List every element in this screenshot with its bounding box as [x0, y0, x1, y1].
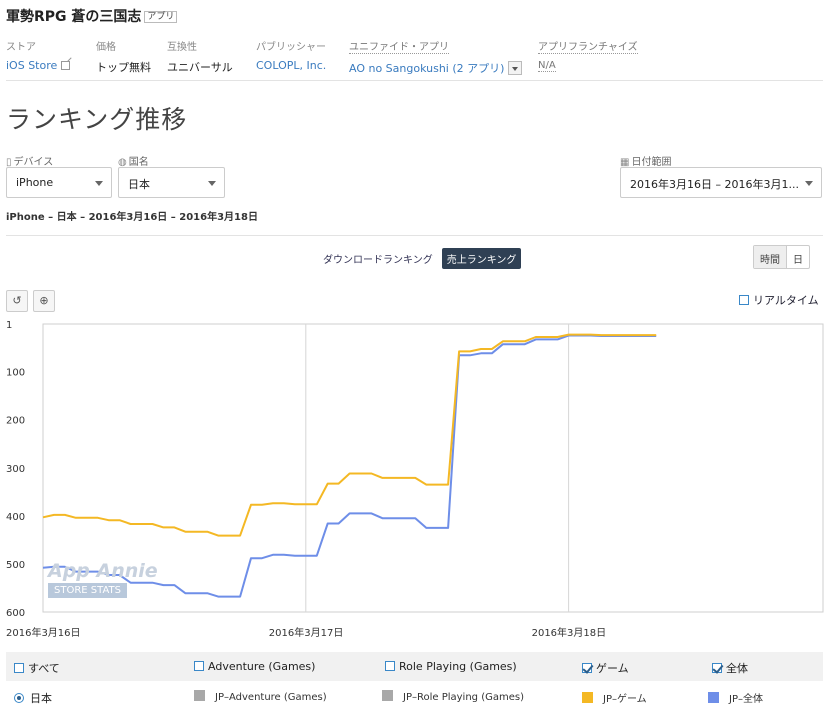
meta-publisher-label: パブリッシャー	[256, 42, 326, 53]
legend-category-all[interactable]: すべて	[14, 660, 60, 676]
legend-category-overall[interactable]: 全体	[712, 660, 748, 676]
x-tick-label: 2016年3月18日	[532, 626, 607, 639]
tab-download-ranking[interactable]: ダウンロードランキング	[318, 248, 438, 269]
series-legend: 日本 JP–Adventure (Games) JP–Role Playing …	[6, 682, 823, 711]
meta-publisher: パブリッシャー COLOPL, Inc.	[256, 38, 326, 72]
ranking-tabs: ダウンロードランキング 売上ランキング	[318, 248, 522, 269]
legend-series-jp-role-playing[interactable]: JP–Role Playing (Games)	[382, 690, 524, 703]
app-name: 軍勢RPG 蒼の三国志	[6, 9, 142, 25]
checkbox[interactable]	[194, 661, 204, 671]
meta-compat-value: ユニバーサル	[167, 61, 233, 74]
app-annie-watermark: App Annie STORE STATS	[48, 560, 158, 598]
unified-app-dropdown[interactable]	[508, 61, 523, 75]
y-tick-label: 300	[6, 464, 25, 475]
unified-app-link[interactable]: AO no Sangokushi (2 アプリ)	[349, 62, 504, 75]
meta-compat-label: 互換性	[167, 42, 197, 53]
meta-price-value: トップ無料	[96, 61, 151, 74]
meta-franchise: アプリフランチャイズ N/A	[538, 38, 638, 72]
category-legend: すべて Adventure (Games) Role Playing (Game…	[6, 652, 823, 681]
legend-series-jp-overall[interactable]: JP–全体	[708, 690, 763, 705]
meta-store: ストア iOS Store	[6, 38, 71, 72]
series-swatch	[582, 692, 593, 703]
meta-unified: ユニファイド・アプリ AO no Sangokushi (2 アプリ)	[349, 38, 523, 76]
y-tick-label: 200	[6, 416, 25, 427]
legend-series-jp-adventure[interactable]: JP–Adventure (Games)	[194, 690, 327, 703]
x-tick-label: 2016年3月17日	[269, 626, 344, 639]
x-tick-label: 2016年3月16日	[6, 626, 81, 639]
publisher-link[interactable]: COLOPL, Inc.	[256, 59, 326, 72]
chevron-down-icon	[95, 181, 103, 186]
external-link-icon[interactable]	[61, 61, 71, 70]
y-tick-label: 600	[6, 608, 25, 619]
app-title: 軍勢RPG 蒼の三国志 アプリ	[6, 6, 178, 26]
checkbox[interactable]	[385, 661, 395, 671]
device-select[interactable]: iPhone	[6, 167, 112, 198]
granularity-toggle: 時間 日	[753, 245, 810, 269]
y-tick-label: 400	[6, 512, 25, 523]
y-tick-label: 100	[6, 368, 25, 379]
plot-frame	[42, 323, 824, 613]
realtime-label: リアルタイム	[753, 294, 819, 307]
legend-country-japan[interactable]: 日本	[14, 690, 52, 706]
series-line	[42, 333, 657, 537]
watermark-sub: STORE STATS	[48, 583, 127, 598]
tab-revenue-ranking[interactable]: 売上ランキング	[441, 248, 522, 269]
watermark-name: App Annie	[48, 560, 158, 582]
series-swatch	[194, 690, 205, 701]
date-filter-label: ▦ 日付範囲	[620, 157, 672, 168]
checkbox[interactable]	[14, 663, 24, 673]
realtime-checkbox[interactable]	[739, 295, 749, 305]
divider	[6, 80, 823, 81]
y-tick-label: 1	[6, 320, 12, 331]
app-type-badge: アプリ	[144, 11, 178, 23]
zoom-in-icon: ⊕	[39, 294, 49, 307]
date-range-select[interactable]: 2016年3月16日 – 2016年3月1...	[620, 167, 822, 198]
country-select[interactable]: 日本	[118, 167, 225, 198]
page-title: ランキング推移	[6, 105, 188, 134]
store-link[interactable]: iOS Store	[6, 59, 57, 72]
meta-store-label: ストア	[6, 42, 36, 53]
legend-category-games[interactable]: ゲーム	[582, 660, 629, 676]
undo-icon: ↺	[12, 294, 22, 307]
realtime-toggle[interactable]: リアルタイム	[739, 292, 819, 308]
meta-price-label: 価格	[96, 42, 116, 53]
chevron-down-icon	[208, 181, 216, 186]
checkbox-checked[interactable]	[582, 663, 592, 673]
legend-series-jp-games[interactable]: JP–ゲーム	[582, 690, 647, 705]
chevron-down-icon	[805, 181, 813, 186]
meta-unified-label: ユニファイド・アプリ	[349, 38, 449, 54]
legend-category-adventure[interactable]: Adventure (Games)	[194, 660, 315, 673]
legend-category-role-playing[interactable]: Role Playing (Games)	[385, 660, 517, 673]
zoom-button[interactable]: ⊕	[33, 290, 55, 312]
y-tick-label: 500	[6, 560, 25, 571]
meta-franchise-label: アプリフランチャイズ	[538, 38, 638, 54]
series-swatch	[382, 690, 393, 701]
meta-price: 価格 トップ無料	[96, 38, 151, 75]
series-swatch	[708, 692, 719, 703]
reset-zoom-button[interactable]: ↺	[6, 290, 28, 312]
granularity-hour-button[interactable]: 時間	[754, 246, 787, 268]
filter-summary: iPhone – 日本 – 2016年3月16日 – 2016年3月18日	[6, 212, 258, 223]
meta-franchise-value: N/A	[538, 60, 556, 72]
divider	[6, 235, 823, 236]
radio-selected[interactable]	[14, 693, 24, 703]
granularity-day-button[interactable]: 日	[787, 246, 809, 268]
series-line	[42, 334, 657, 598]
meta-compat: 互換性 ユニバーサル	[167, 38, 233, 75]
country-filter-label: ◍ 国名	[118, 157, 149, 168]
checkbox-checked[interactable]	[712, 663, 722, 673]
device-filter-label: ▯ デバイス	[6, 157, 54, 168]
